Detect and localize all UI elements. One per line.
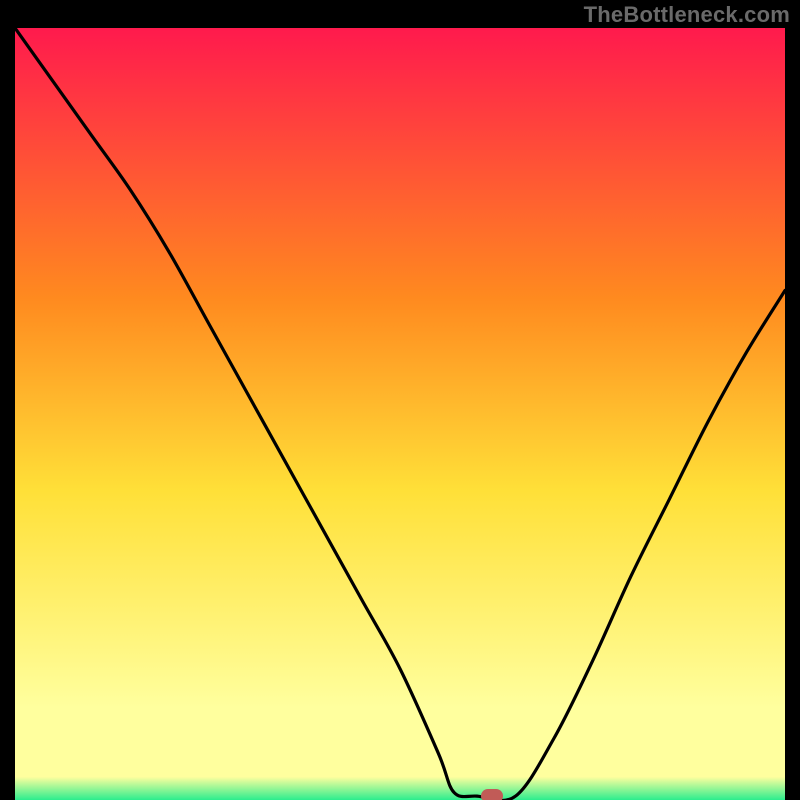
plot-svg <box>15 28 785 800</box>
optimal-point-marker <box>481 789 503 800</box>
gradient-background <box>15 28 785 800</box>
watermark-text: TheBottleneck.com <box>584 2 790 28</box>
chart-frame: TheBottleneck.com <box>0 0 800 800</box>
plot-area <box>15 28 785 800</box>
